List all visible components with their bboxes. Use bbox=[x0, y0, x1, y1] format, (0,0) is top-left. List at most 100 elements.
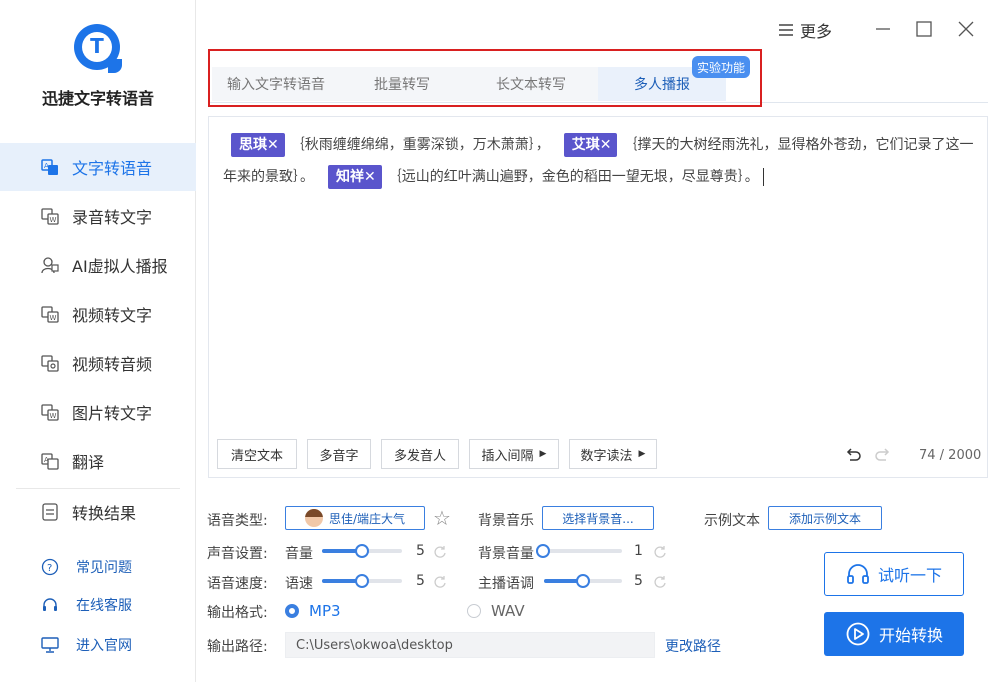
bg-volume-label: 背景音量 bbox=[478, 546, 534, 562]
tone-label: 主播语调 bbox=[478, 576, 534, 592]
start-label: 开始转换 bbox=[878, 626, 943, 645]
help-item-support[interactable]: 在线客服 bbox=[0, 590, 196, 620]
preview-listen-button[interactable]: 试听一下 bbox=[824, 552, 964, 596]
polyphone-button[interactable]: 多音字 bbox=[307, 439, 371, 469]
image-to-text-icon: W bbox=[40, 402, 60, 422]
ai-avatar-icon bbox=[40, 255, 60, 275]
listen-label: 试听一下 bbox=[877, 566, 942, 585]
tone-value: 5 bbox=[634, 573, 643, 589]
sidebar-item-recording-to-text[interactable]: W 录音转文字 bbox=[0, 192, 196, 240]
reset-icon[interactable] bbox=[653, 545, 667, 559]
sample-text-label: 示例文本 bbox=[704, 513, 760, 529]
svg-text:A: A bbox=[44, 456, 49, 464]
sidebar-item-label: 视频转音频 bbox=[72, 355, 153, 374]
speed-slider[interactable] bbox=[322, 574, 402, 588]
minimize-icon[interactable] bbox=[872, 18, 894, 40]
reset-icon[interactable] bbox=[433, 575, 447, 589]
speed-label: 语音速度: bbox=[207, 576, 268, 592]
sidebar-item-label: 视频转文字 bbox=[72, 306, 153, 325]
sidebar-item-translate[interactable]: A 翻译 bbox=[0, 437, 196, 485]
sidebar-item-text-to-speech[interactable]: A 文字转语音 bbox=[0, 143, 196, 191]
editor-content[interactable]: 思琪✕ ｛秋雨缠缠绵绵，重雾深锁，万木萧萧｝， 艾琪✕ ｛撑天的大树经雨洗礼，显得格外… bbox=[223, 129, 987, 193]
segment-text: ｛远山的红叶满山遍野，金色的稻田一望无垠，尽显尊贵｝。 bbox=[387, 169, 759, 185]
tone-slider[interactable] bbox=[544, 574, 622, 588]
sidebar: T 迅捷文字转语音 A 文字转语音 W 录音转文字 AI虚拟人播报 W 视频转文… bbox=[0, 0, 196, 682]
number-reading-button[interactable]: 数字读法 ▶ bbox=[569, 439, 657, 469]
select-bg-music-button[interactable]: 选择背景音... bbox=[542, 506, 654, 530]
voice-type-label: 语音类型: bbox=[207, 513, 268, 529]
dropdown-arrow-icon: ▶ bbox=[638, 449, 646, 459]
svg-text:?: ? bbox=[47, 563, 52, 574]
help-item-faq[interactable]: ? 常见问题 bbox=[0, 552, 196, 582]
output-path-label: 输出路径: bbox=[207, 639, 268, 655]
bg-music-label: 背景音乐 bbox=[478, 513, 534, 529]
app-logo: T bbox=[74, 24, 122, 73]
add-sample-text-button[interactable]: 添加示例文本 bbox=[768, 506, 882, 530]
undo-icon[interactable] bbox=[844, 446, 862, 464]
results-icon bbox=[40, 502, 60, 522]
video-to-audio-icon bbox=[40, 353, 60, 373]
voice-select-button[interactable]: 思佳/端庄大气 bbox=[285, 506, 425, 530]
sidebar-item-video-to-audio[interactable]: 视频转音频 bbox=[0, 339, 196, 387]
sidebar-item-image-to-text[interactable]: W 图片转文字 bbox=[0, 388, 196, 436]
help-item-label: 常见问题 bbox=[76, 560, 132, 576]
multi-speaker-button[interactable]: 多发音人 bbox=[381, 439, 459, 469]
format-mp3-radio[interactable] bbox=[285, 604, 299, 618]
segment-text: ｛秋雨缠缠绵绵，重雾深锁，万木萧萧｝， bbox=[290, 137, 550, 153]
svg-text:A: A bbox=[44, 162, 49, 170]
output-format-label: 输出格式: bbox=[207, 605, 268, 621]
translate-icon: A bbox=[40, 451, 60, 471]
voice-avatar bbox=[304, 509, 323, 527]
sidebar-item-label: 图片转文字 bbox=[72, 404, 153, 423]
bg-volume-value: 1 bbox=[634, 543, 643, 559]
format-wav-radio[interactable] bbox=[467, 604, 481, 618]
highlight-box bbox=[208, 49, 762, 107]
sidebar-item-video-to-text[interactable]: W 视频转文字 bbox=[0, 290, 196, 338]
speaker-tag[interactable]: 知祥✕ bbox=[328, 165, 382, 189]
maximize-icon[interactable] bbox=[913, 18, 935, 40]
app-title: 迅捷文字转语音 bbox=[41, 89, 154, 108]
sidebar-item-label: AI虚拟人播报 bbox=[72, 257, 168, 276]
insert-pause-label: 插入间隔 bbox=[481, 448, 534, 464]
sidebar-item-results[interactable]: 转换结果 bbox=[0, 488, 196, 536]
volume-slider[interactable] bbox=[322, 544, 402, 558]
change-path-link[interactable]: 更改路径 bbox=[665, 636, 721, 656]
reset-icon[interactable] bbox=[653, 575, 667, 589]
speed-value: 5 bbox=[416, 573, 425, 589]
favorite-star-icon[interactable]: ☆ bbox=[433, 506, 451, 530]
sidebar-item-label: 转换结果 bbox=[72, 504, 137, 523]
text-editor[interactable]: 思琪✕ ｛秋雨缠缠绵绵，重雾深锁，万木萧萧｝， 艾琪✕ ｛撑天的大树经雨洗礼，显得格外… bbox=[208, 116, 988, 478]
volume-label: 音量 bbox=[285, 546, 313, 562]
video-to-text-icon: W bbox=[40, 304, 60, 324]
headphones-icon bbox=[847, 564, 869, 584]
speaker-tag[interactable]: 艾琪✕ bbox=[563, 133, 618, 157]
more-label: 更多 bbox=[800, 22, 833, 41]
format-wav-label[interactable]: WAV bbox=[491, 602, 525, 620]
output-path-field[interactable]: C:\Users\okwoa\desktop bbox=[285, 632, 655, 658]
char-counter: 74 / 2000 bbox=[919, 448, 982, 463]
svg-text:W: W bbox=[50, 314, 57, 322]
svg-text:W: W bbox=[50, 216, 57, 224]
speaker-tag[interactable]: 思琪✕ bbox=[231, 133, 285, 157]
start-convert-button[interactable]: 开始转换 bbox=[824, 612, 964, 656]
monitor-icon bbox=[40, 635, 60, 655]
question-icon: ? bbox=[40, 557, 60, 577]
insert-pause-button[interactable]: 插入间隔 ▶ bbox=[469, 439, 559, 469]
sound-settings-label: 声音设置: bbox=[207, 546, 268, 562]
menu-icon bbox=[779, 24, 793, 36]
more-menu-button[interactable]: 更多 bbox=[778, 18, 832, 42]
sidebar-item-label: 翻译 bbox=[72, 453, 105, 472]
help-item-website[interactable]: 进入官网 bbox=[0, 630, 196, 660]
redo-icon[interactable] bbox=[874, 446, 892, 464]
text-to-speech-icon: A bbox=[40, 157, 60, 177]
reset-icon[interactable] bbox=[433, 545, 447, 559]
close-icon[interactable] bbox=[955, 18, 977, 40]
sidebar-item-label: 录音转文字 bbox=[72, 208, 153, 227]
text-caret bbox=[762, 168, 764, 186]
svg-text:W: W bbox=[50, 412, 57, 420]
play-circle-icon bbox=[846, 622, 870, 646]
sidebar-item-ai-avatar[interactable]: AI虚拟人播报 bbox=[0, 241, 196, 289]
format-mp3-label[interactable]: MP3 bbox=[309, 602, 341, 620]
bg-volume-slider[interactable] bbox=[536, 544, 622, 558]
clear-text-button[interactable]: 清空文本 bbox=[217, 439, 297, 469]
